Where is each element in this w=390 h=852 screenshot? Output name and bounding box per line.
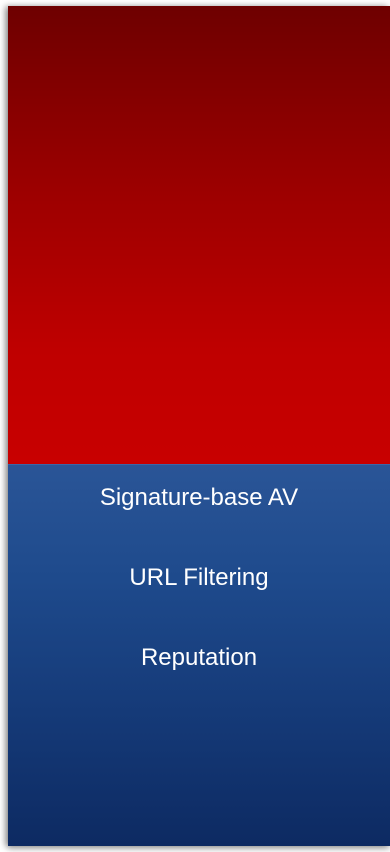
layer-item-reputation: Reputation	[140, 644, 258, 671]
layer-item-url-filtering: URL Filtering	[129, 564, 269, 591]
blue-layer-block: Signature-base AV URL Filtering Reputati…	[8, 464, 390, 846]
diagram-canvas: Signature-base AV URL Filtering Reputati…	[0, 0, 390, 852]
layer-column: Signature-base AV URL Filtering Reputati…	[8, 6, 390, 846]
layer-items-list: Signature-base AV URL Filtering Reputati…	[8, 481, 390, 721]
layer-item-signature-av: Signature-base AV	[99, 484, 299, 511]
red-layer-block	[8, 6, 390, 464]
